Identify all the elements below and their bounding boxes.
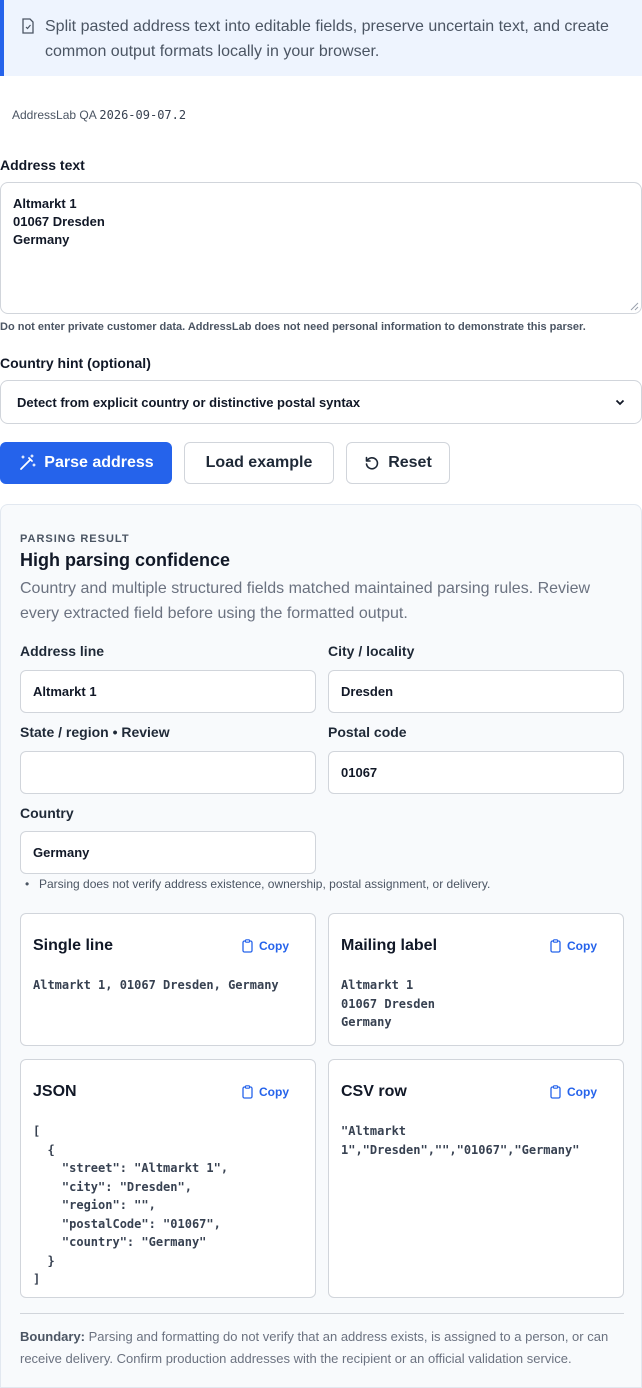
- mailing-label-output: Altmarkt 1 01067 Dresden Germany: [341, 978, 435, 1029]
- clipboard-icon: [242, 939, 253, 953]
- result-eyebrow: PARSING RESULT: [20, 533, 130, 545]
- resize-handle-icon[interactable]: [630, 302, 639, 311]
- clipboard-icon: [550, 1085, 561, 1099]
- single-line-title: Single line: [33, 937, 114, 954]
- magic-wand-icon: [20, 454, 36, 470]
- copy-label: Copy: [259, 1085, 289, 1099]
- verification-note: Parsing does not verify address existenc…: [25, 877, 490, 891]
- copy-label: Copy: [259, 939, 289, 953]
- parse-address-button[interactable]: Parse address: [0, 442, 172, 484]
- privacy-hint: Do not enter private customer data. Addr…: [0, 321, 586, 333]
- country-hint-value: Detect from explicit country or distinct…: [17, 394, 361, 410]
- country-input[interactable]: Germany: [20, 831, 316, 874]
- boundary-text: Parsing and formatting do not verify tha…: [20, 1329, 609, 1366]
- region-input[interactable]: [20, 751, 316, 794]
- copy-label: Copy: [567, 939, 597, 953]
- boundary-label: Boundary:: [20, 1329, 85, 1344]
- app-name: AddressLab QA: [12, 108, 97, 122]
- chevron-down-icon: [615, 399, 625, 406]
- clipboard-icon: [242, 1085, 253, 1099]
- load-example-label: Load example: [205, 454, 313, 471]
- address-text-label: Address text: [0, 157, 85, 173]
- result-description: Country and multiple structured fields m…: [20, 580, 591, 622]
- city-label: City / locality: [328, 643, 415, 659]
- copy-label: Copy: [567, 1085, 597, 1099]
- csv-row-output: "Altmarkt 1","Dresden","","01067","Germa…: [341, 1124, 580, 1157]
- city-input[interactable]: Dresden: [328, 670, 624, 713]
- parse-address-label: Parse address: [44, 454, 154, 471]
- address-line-label: Address line: [20, 643, 105, 659]
- single-line-output: Altmarkt 1, 01067 Dresden, Germany: [33, 978, 279, 992]
- country-label: Country: [20, 805, 74, 821]
- single-line-card: Single line Copy Altmarkt 1, 01067 Dresd…: [20, 913, 316, 1046]
- region-label: State / region • Review: [20, 724, 170, 740]
- info-notice: Split pasted address text into editable …: [0, 0, 642, 76]
- result-title: High parsing confidence: [20, 550, 231, 570]
- address-textarea[interactable]: Altmarkt 1 01067 Dresden Germany: [0, 182, 642, 314]
- version-info: AddressLab QA 2026-09-07.2: [12, 108, 186, 122]
- country-hint-label: Country hint (optional): [0, 355, 151, 371]
- reset-button[interactable]: Reset: [346, 442, 450, 484]
- json-title: JSON: [33, 1083, 77, 1100]
- mailing-label-title: Mailing label: [341, 937, 438, 954]
- csv-row-card: CSV row Copy "Altmarkt 1","Dresden","","…: [328, 1059, 624, 1298]
- load-example-button[interactable]: Load example: [184, 442, 334, 484]
- copy-json-button[interactable]: Copy: [242, 1085, 289, 1099]
- copy-csv-button[interactable]: Copy: [550, 1085, 597, 1099]
- copy-mailing-label-button[interactable]: Copy: [550, 939, 597, 953]
- boundary-divider: [20, 1313, 624, 1314]
- parsing-result-panel: PARSING RESULT High parsing confidence C…: [0, 504, 642, 1388]
- json-output: [ { "street": "Altmarkt 1", "city": "Dre…: [33, 1124, 229, 1286]
- reset-label: Reset: [388, 454, 432, 471]
- csv-row-title: CSV row: [341, 1083, 407, 1100]
- copy-single-line-button[interactable]: Copy: [242, 939, 289, 953]
- address-line-input[interactable]: Altmarkt 1: [20, 670, 316, 713]
- mailing-label-card: Mailing label Copy Altmarkt 1 01067 Dres…: [328, 913, 624, 1046]
- postal-code-label: Postal code: [328, 724, 407, 740]
- postal-code-input[interactable]: 01067: [328, 751, 624, 794]
- document-icon: [22, 18, 34, 34]
- clipboard-icon: [550, 939, 561, 953]
- notice-text: Split pasted address text into editable …: [45, 18, 609, 60]
- json-card: JSON Copy [ { "street": "Altmarkt 1", "c…: [20, 1059, 316, 1298]
- reset-icon: [365, 456, 379, 470]
- verification-note-text: Parsing does not verify address existenc…: [39, 877, 491, 891]
- build-number: 2026-09-07.2: [99, 108, 187, 122]
- country-hint-select[interactable]: Detect from explicit country or distinct…: [0, 380, 642, 424]
- boundary-notice: Boundary: Parsing and formatting do not …: [20, 1326, 630, 1370]
